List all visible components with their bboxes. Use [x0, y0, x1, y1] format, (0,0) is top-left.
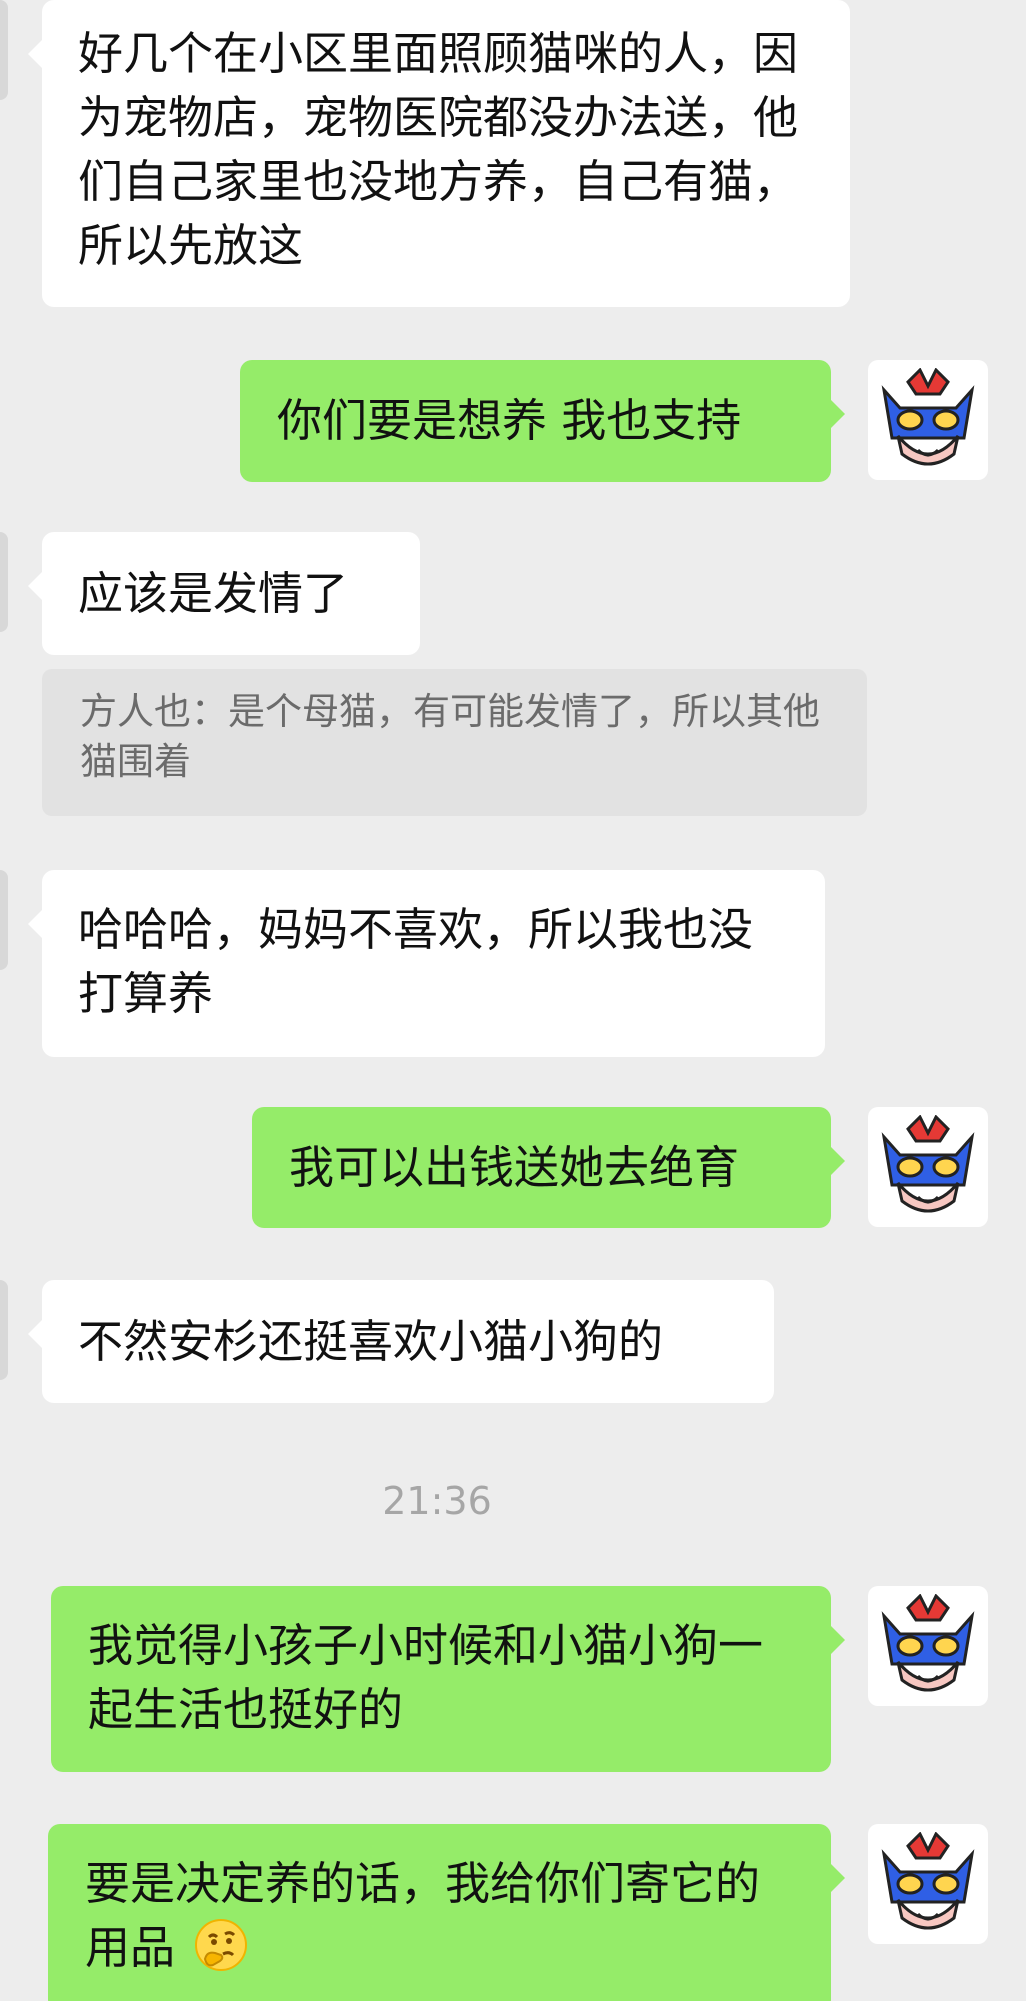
incoming-avatar-edge — [0, 0, 8, 100]
cartoon-masked-hero-avatar-icon — [881, 1832, 975, 1930]
sender-avatar[interactable] — [868, 1824, 988, 1944]
quoted-text: 方人也：是个母猫，有可能发情了，所以其他猫围着 — [80, 690, 820, 783]
message-text: 应该是发情了 — [78, 567, 349, 620]
message-text: 哈哈哈，妈妈不喜欢，所以我也没打算养 — [78, 903, 754, 1020]
sender-avatar[interactable] — [868, 1107, 988, 1227]
quoted-message[interactable]: 方人也：是个母猫，有可能发情了，所以其他猫围着 — [42, 669, 867, 816]
thinking-face-emoji — [195, 1919, 248, 1971]
incoming-message-bubble[interactable]: 哈哈哈，妈妈不喜欢，所以我也没打算养 — [28, 870, 825, 1057]
cartoon-masked-hero-avatar-icon — [881, 1115, 975, 1213]
sender-avatar[interactable] — [868, 360, 988, 480]
outgoing-message-bubble[interactable]: 你们要是想养 我也支持 — [240, 360, 845, 482]
incoming-message-bubble[interactable]: 不然安杉还挺喜欢小猫小狗的 — [28, 1280, 774, 1403]
chat-message-list[interactable]: 好几个在小区里面照顾猫咪的人，因为宠物店，宠物医院都没办法送，他们自己家里也没地… — [0, 0, 1026, 2001]
message-text: 我觉得小孩子小时候和小猫小狗一起生活也挺好的 — [88, 1619, 764, 1736]
message-text: 好几个在小区里面照顾猫咪的人，因为宠物店，宠物医院都没办法送，他们自己家里也没地… — [78, 27, 799, 272]
incoming-message-bubble[interactable]: 应该是发情了 — [28, 532, 420, 655]
message-text: 要是决定养的话，我给你们寄它的用品 — [85, 1857, 761, 1974]
outgoing-message-bubble[interactable]: 我可以出钱送她去绝育 — [252, 1107, 845, 1228]
outgoing-message-bubble[interactable]: 我觉得小孩子小时候和小猫小狗一起生活也挺好的 — [51, 1586, 845, 1772]
sender-avatar[interactable] — [868, 1586, 988, 1706]
incoming-avatar-edge — [0, 532, 8, 632]
message-time-divider: 21:36 — [382, 1479, 492, 1523]
cartoon-masked-hero-avatar-icon — [881, 368, 975, 466]
incoming-avatar-edge — [0, 870, 8, 970]
incoming-avatar-edge — [0, 1280, 8, 1380]
message-text: 不然安杉还挺喜欢小猫小狗的 — [78, 1315, 664, 1368]
message-text: 我可以出钱送她去绝育 — [289, 1141, 740, 1194]
outgoing-message-bubble[interactable]: 要是决定养的话，我给你们寄它的用品 — [48, 1824, 845, 2001]
cartoon-masked-hero-avatar-icon — [881, 1594, 975, 1692]
message-text: 你们要是想养 我也支持 — [277, 394, 742, 447]
incoming-message-bubble[interactable]: 好几个在小区里面照顾猫咪的人，因为宠物店，宠物医院都没办法送，他们自己家里也没地… — [28, 0, 850, 307]
